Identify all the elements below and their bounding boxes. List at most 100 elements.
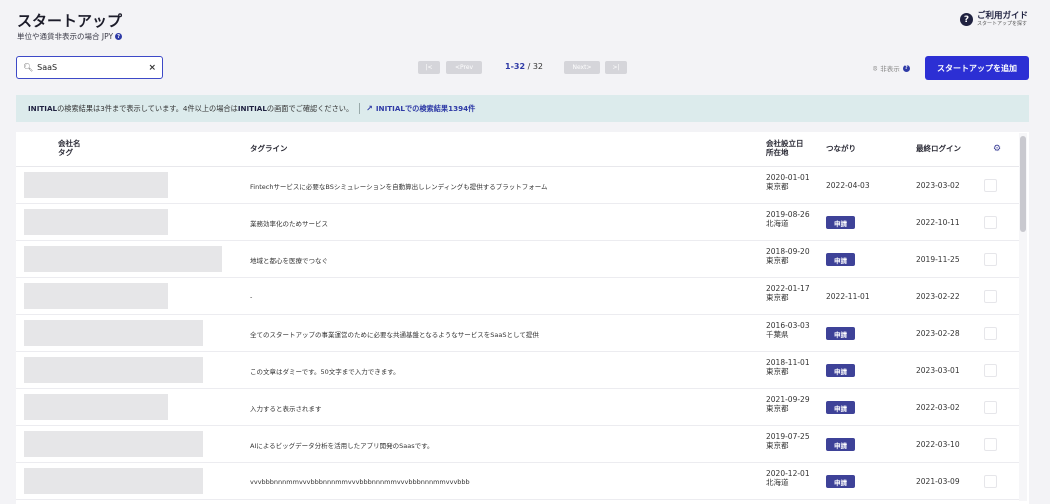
- last-page-button[interactable]: >|: [605, 61, 627, 74]
- location: 千葉県: [766, 330, 789, 339]
- search-input[interactable]: 🔍︎ SaaS ×: [16, 56, 163, 79]
- help-icon[interactable]: ?: [115, 33, 123, 40]
- established-cell: 2019-08-26 北海道: [766, 210, 810, 228]
- table-row[interactable]: この文章はダミーです。50文字まで入力できます。 2018-11-01 東京都 申請 2…: [16, 352, 1019, 389]
- row-checkbox[interactable]: [984, 475, 997, 488]
- tagline-cell: 業務効率化のためサービス: [250, 219, 328, 228]
- company-name-placeholder[interactable]: [24, 246, 222, 272]
- search-value[interactable]: SaaS: [37, 63, 148, 72]
- established-date: 2022-01-17: [766, 284, 810, 293]
- company-name-placeholder[interactable]: [24, 172, 168, 198]
- established-date: 2020-12-01: [766, 469, 810, 478]
- established-cell: 2020-01-01 東京都: [766, 173, 810, 191]
- location: 東京都: [766, 293, 789, 302]
- table-row[interactable]: - 2022-01-17 東京都 2022-11-01 2023-02-22: [16, 278, 1019, 315]
- eye-off-icon: ⦻: [873, 63, 878, 72]
- row-checkbox[interactable]: [984, 253, 997, 266]
- company-name-placeholder[interactable]: [24, 320, 203, 346]
- established-date: 2019-07-25: [766, 432, 810, 441]
- request-badge[interactable]: 申請: [826, 364, 855, 377]
- clear-icon[interactable]: ×: [148, 63, 156, 73]
- company-name-placeholder[interactable]: [24, 357, 203, 383]
- banner-bold-2: INITIAL: [237, 104, 267, 113]
- table-row[interactable]: 全てのスタートアップの事業運営のために必要な共通基盤となるようなサービスをSaa…: [16, 315, 1019, 352]
- tagline-cell: AIによるビッグデータ分析を活用したアプリ開発のSaasです。: [250, 441, 434, 450]
- established-date: 2018-09-20: [766, 247, 810, 256]
- row-checkbox[interactable]: [984, 438, 997, 451]
- row-checkbox[interactable]: [984, 327, 997, 340]
- request-badge[interactable]: 申請: [826, 253, 855, 266]
- banner-text-1: の検索結果は3件まで表示しています。4件以上の場合は: [57, 103, 238, 113]
- scrollbar[interactable]: [1019, 133, 1027, 501]
- external-link-icon: ↗: [366, 104, 373, 113]
- help-icon[interactable]: ?: [902, 64, 910, 72]
- connection-date: 2022-04-03: [826, 181, 870, 190]
- add-startup-button[interactable]: スタートアップを追加: [925, 56, 1029, 80]
- last-login-cell: 2022-03-10: [916, 440, 960, 449]
- row-checkbox[interactable]: [984, 216, 997, 229]
- row-checkbox[interactable]: [984, 290, 997, 303]
- location: 東京都: [766, 256, 789, 265]
- gear-icon[interactable]: ⚙: [993, 144, 1001, 154]
- divider: [359, 103, 361, 114]
- request-badge[interactable]: 申請: [826, 327, 855, 340]
- request-badge[interactable]: 申請: [826, 401, 855, 414]
- established-date: 2018-11-01: [766, 358, 810, 367]
- table-row[interactable]: Fintechサービスに必要なBSシミュレーションを自動算出しレンディングも提供…: [16, 167, 1019, 204]
- guide-title: ご利用ガイド: [976, 11, 1028, 21]
- hidden-toggle[interactable]: ⦻ 非表示 ?: [873, 63, 910, 73]
- row-checkbox[interactable]: [984, 401, 997, 414]
- request-badge[interactable]: 申請: [826, 475, 855, 488]
- established-cell: 2018-11-01 東京都: [766, 358, 810, 376]
- table-row[interactable]: vvvbbbnnnmmvvvbbbnnnmmvvvbbbnnnmmvvvbbbn…: [16, 463, 1019, 500]
- company-name-placeholder[interactable]: [24, 431, 203, 457]
- col-location-label: 所在地: [766, 147, 789, 157]
- prev-page-button[interactable]: <Prev: [446, 61, 482, 74]
- user-guide-link[interactable]: ? ご利用ガイド スタートアップを探す: [959, 11, 1028, 28]
- table-row[interactable]: 地域と都心を医療でつなぐ 2018-09-20 東京都 申請 2019-11-25: [16, 241, 1019, 278]
- col-connection[interactable]: つながり: [826, 144, 856, 154]
- established-date: 2020-01-01: [766, 173, 810, 182]
- scrollbar-thumb[interactable]: [1020, 136, 1026, 232]
- col-tagline[interactable]: タグライン: [250, 144, 288, 154]
- page-count: 1-32 / 32: [505, 62, 543, 71]
- initial-results-label: INITIALでの検索結果1394件: [375, 103, 476, 113]
- banner-bold-1: INITIAL: [28, 104, 58, 113]
- tagline-cell: 入力すると表示されます: [250, 404, 322, 413]
- last-login-cell: 2023-02-28: [916, 329, 960, 338]
- company-name-placeholder[interactable]: [24, 283, 168, 309]
- col-tag-label: タグ: [58, 147, 73, 157]
- tagline-cell: 全てのスタートアップの事業運営のために必要な共通基盤となるようなサービスをSaa…: [250, 330, 539, 339]
- table-row[interactable]: AIによるビッグデータ分析を活用したアプリ開発のSaasです。 2019-07-2…: [16, 426, 1019, 463]
- request-badge[interactable]: 申請: [826, 438, 855, 451]
- established-cell: 2018-09-20 東京都: [766, 247, 810, 265]
- next-page-button[interactable]: Next>: [564, 61, 600, 74]
- initial-results-link[interactable]: ↗ INITIALでの検索結果1394件: [366, 104, 475, 114]
- last-login-cell: 2023-03-01: [916, 366, 960, 375]
- last-login-cell: 2022-03-02: [916, 403, 960, 412]
- company-name-placeholder[interactable]: [24, 394, 168, 420]
- table-header: 会社名 タグ タグライン 会社設立日 所在地 つながり 最終ログイン ⚙: [16, 132, 1019, 167]
- table-row[interactable]: 入力すると表示されます 2021-09-29 東京都 申請 2022-03-02: [16, 389, 1019, 426]
- guide-subtitle: スタートアップを探す: [976, 21, 1027, 28]
- location: 北海道: [766, 219, 789, 228]
- established-cell: 2021-09-29 東京都: [766, 395, 810, 413]
- location: 東京都: [766, 182, 789, 191]
- search-icon: 🔍︎: [23, 63, 34, 72]
- tagline-cell: -: [250, 292, 253, 301]
- row-checkbox[interactable]: [984, 364, 997, 377]
- col-company[interactable]: 会社名 タグ: [58, 139, 81, 157]
- first-page-button[interactable]: |<: [418, 61, 440, 74]
- table-row[interactable]: 業務効率化のためサービス 2019-08-26 北海道 申請 2022-10-11: [16, 204, 1019, 241]
- connection-date: 2022-11-01: [826, 292, 870, 301]
- page-title: スタートアップ: [17, 12, 123, 30]
- col-last-login[interactable]: 最終ログイン: [916, 144, 961, 154]
- established-cell: 2022-01-17 東京都: [766, 284, 810, 302]
- request-badge[interactable]: 申請: [826, 216, 855, 229]
- company-name-placeholder[interactable]: [24, 468, 203, 494]
- established-date: 2016-03-03: [766, 321, 810, 330]
- established-cell: 2016-03-03 千葉県: [766, 321, 810, 339]
- col-established[interactable]: 会社設立日 所在地: [766, 139, 804, 157]
- row-checkbox[interactable]: [984, 179, 997, 192]
- company-name-placeholder[interactable]: [24, 209, 168, 235]
